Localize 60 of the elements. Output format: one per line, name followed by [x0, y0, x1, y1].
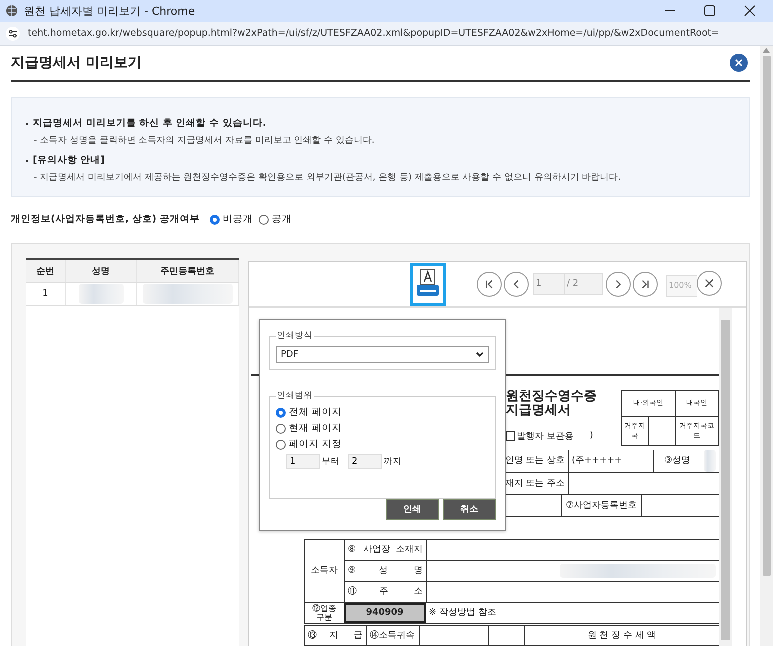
table-cell-text: 인명 또는 상호: [504, 455, 566, 468]
first-page-icon: [484, 278, 495, 290]
page-total: / 2: [565, 273, 603, 295]
table-cell-text: 재지 또는 주소: [504, 478, 566, 491]
print-button[interactable]: [410, 262, 446, 306]
notice-heading: 지급명세서 미리보기를 하신 후 인쇄할 수 있습니다.: [33, 117, 266, 130]
print-method-select[interactable]: PDF: [276, 346, 489, 363]
printer-icon: [416, 269, 440, 299]
column-header: 성명: [66, 260, 137, 282]
last-page-button[interactable]: [633, 272, 658, 296]
previous-page-button[interactable]: [504, 272, 529, 296]
site-settings-icon[interactable]: [6, 26, 20, 40]
range-legend: 인쇄범위: [276, 390, 314, 402]
industry-code: 940909: [344, 602, 426, 624]
document-title: 지급명세서: [506, 404, 572, 418]
last-page-icon: [640, 278, 651, 290]
range-radio[interactable]: 전체 페이지: [276, 406, 489, 419]
chevron-left-icon: [511, 278, 522, 290]
from-label: 부터: [322, 456, 340, 468]
blurred-block: [704, 450, 716, 472]
table-cell: 1: [26, 283, 66, 305]
copy-label: 발행자 보관용: [517, 430, 574, 443]
table-cell: 소득자: [304, 540, 344, 603]
document-title: 원천징수영수증: [506, 390, 598, 404]
table-cell: ⑬지 급: [304, 626, 366, 645]
bracket-text: ): [590, 431, 594, 442]
to-page-input[interactable]: 2: [348, 454, 382, 469]
column-header: 순번: [26, 260, 66, 282]
notice-text: - 지급명세서 미리보기에서 제공하는 원천징수영수증은 확인용으로 외부기관(관공서, 은행 등) 제출용으로 사용할 수 없으니 유의하시기 바랍니다.: [33, 172, 622, 184]
table-cell: (주+++++: [568, 450, 653, 472]
privacy-label: 개인정보(사업자등록번호, 상호) 공개여부: [11, 213, 200, 226]
window-title: 원천 납세자별 미리보기 - Chrome: [24, 4, 196, 18]
page-input[interactable]: 1: [533, 273, 565, 295]
table-cell: ③성명: [653, 450, 701, 472]
table-cell: ⑦사업자등록번호: [561, 495, 641, 516]
column-header: 주민등록번호: [137, 260, 239, 282]
range-radio[interactable]: 현재 페이지: [276, 422, 489, 435]
chevron-right-icon: [613, 278, 624, 290]
notice-text: - 소득자 성명을 클릭하면 소득자의 지급명세서 자료를 미리보고 인쇄할 수 있습니다.: [33, 135, 376, 147]
privacy-radio[interactable]: 공개: [258, 213, 292, 226]
table-cell-text: ※ 작성방법 참조: [428, 607, 498, 620]
notice-heading: [유의사항 안내]: [33, 154, 105, 167]
blurred-block: [78, 284, 124, 304]
method-legend: 인쇄방식: [276, 330, 314, 342]
table-cell: ⑨성 명: [344, 560, 426, 582]
chevron-icon: [476, 352, 484, 358]
privacy-radio[interactable]: 비공개: [210, 213, 253, 226]
from-page-input[interactable]: 1: [286, 454, 320, 469]
table-cell: ⑧ 사업장 소재지: [344, 540, 426, 561]
print-button[interactable]: 인쇄: [386, 499, 439, 520]
page-title: 지급명세서 미리보기: [11, 54, 142, 72]
close-button[interactable]: [730, 54, 748, 72]
to-label: 까지: [384, 456, 402, 468]
table-cell: ⑭소득귀속: [366, 626, 419, 645]
close-button[interactable]: [697, 271, 722, 296]
range-radio[interactable]: 페이지 지정: [276, 438, 489, 451]
cancel-button[interactable]: 취소: [443, 499, 496, 520]
globe-icon: [6, 5, 18, 17]
first-page-button[interactable]: [477, 272, 502, 296]
next-page-button[interactable]: [606, 272, 631, 296]
